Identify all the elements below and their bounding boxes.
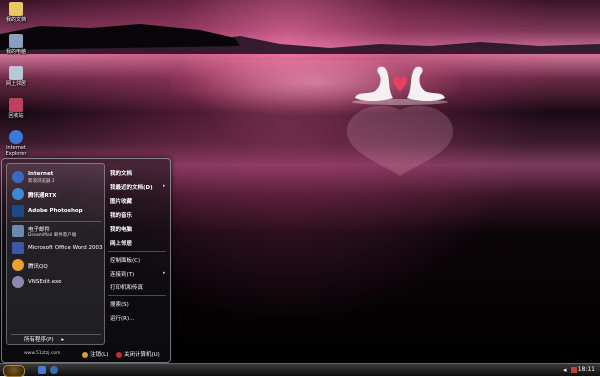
start-menu-programs: Internet 新浪浏览器 2 腾讯通RTX Adobe Photoshop … [6, 163, 105, 345]
arrow-right-icon: ▸ [61, 337, 65, 343]
swans-heart-image [346, 66, 454, 176]
volume-icon[interactable]: ◂ [563, 366, 567, 374]
place-run[interactable]: 运行(R)... [110, 314, 134, 322]
program-subtitle: 新浪浏览器 2 [28, 179, 55, 184]
program-word[interactable]: Microsoft Office Word 2003 [10, 241, 102, 256]
desktop-icon-my-documents[interactable]: 我的文档 [2, 2, 30, 23]
start-menu-places: 我的文档 我最近的文档(D) ▸ 图片收藏 我的音乐 我的电脑 网上邻居 控制面… [106, 163, 168, 343]
place-control-panel[interactable]: 控制面板(C) [110, 256, 140, 264]
distant-hills [0, 24, 600, 54]
my-computer-icon [9, 34, 23, 48]
desktop-icon-network[interactable]: 网上邻居 [2, 66, 30, 87]
place-my-computer[interactable]: 我的电脑 [110, 225, 132, 233]
recycle-bin-icon [9, 98, 23, 112]
program-internet[interactable]: Internet 新浪浏览器 2 [10, 170, 102, 185]
network-tray-icon[interactable] [571, 367, 577, 373]
shutdown-button[interactable]: 关闭计算机(U) [116, 350, 160, 358]
ie-quicklaunch-icon[interactable] [50, 366, 58, 374]
start-menu-footer: www.51ztzj.com 注销(L) 关闭计算机(U) [2, 346, 170, 362]
website-url: www.51ztzj.com [24, 351, 61, 356]
network-places-icon [9, 66, 23, 80]
shutdown-label: 关闭计算机(U) [124, 352, 160, 358]
desktop-icon-recycle-bin[interactable]: 回收站 [2, 98, 30, 119]
word-icon [12, 242, 24, 254]
desktop-icon-label: 回收站 [8, 113, 24, 119]
my-documents-icon [9, 2, 23, 16]
separator [108, 295, 166, 296]
all-programs-label: 所有程序(P) [24, 337, 54, 343]
program-title: Internet [28, 171, 54, 177]
place-my-pictures[interactable]: 图片收藏 [110, 197, 132, 205]
submenu-arrow-icon: ▸ [163, 270, 166, 276]
place-my-documents[interactable]: 我的文档 [110, 169, 132, 177]
program-subtitle: DreamMail 邮件客户端 [28, 233, 77, 238]
program-title: 腾讯QQ [28, 264, 48, 270]
program-vnsedit[interactable]: VNSEdit.exe [10, 275, 102, 290]
program-title: 腾讯通RTX [28, 193, 57, 199]
separator [108, 251, 166, 252]
start-button[interactable] [3, 365, 25, 377]
program-rtx[interactable]: 腾讯通RTX [10, 187, 102, 202]
system-tray: ◂ 18:11 [533, 365, 599, 375]
vnsedit-icon [12, 276, 24, 288]
desktop-icon-ie[interactable]: Internet Explorer [0, 130, 32, 157]
submenu-arrow-icon: ▸ [163, 183, 166, 189]
program-qq[interactable]: 腾讯QQ [10, 258, 102, 273]
taskbar: ◂ 18:11 [0, 363, 600, 377]
place-connect-to[interactable]: 连接到(T) [110, 270, 134, 278]
browser-icon [12, 171, 24, 183]
logoff-icon [82, 351, 88, 358]
place-recent-documents[interactable]: 我最近的文档(D) [110, 183, 153, 191]
logoff-button[interactable]: 注销(L) [82, 350, 108, 358]
program-title: Adobe Photoshop [28, 208, 83, 214]
email-icon [12, 225, 24, 237]
desktop-icon-label: 我的文档 [5, 17, 26, 23]
desktop-icon-label: 我的电脑 [5, 49, 26, 55]
place-network[interactable]: 网上邻居 [110, 239, 132, 247]
desktop-icon-my-computer[interactable]: 我的电脑 [2, 34, 30, 55]
internet-explorer-icon [9, 130, 23, 144]
program-title: Microsoft Office Word 2003 [28, 245, 103, 251]
separator [11, 221, 101, 222]
taskbar-clock[interactable]: 18:11 [578, 366, 595, 373]
desktop-icon-label: Internet Explorer [5, 145, 27, 157]
photoshop-icon [12, 205, 24, 217]
place-search[interactable]: 搜索(S) [110, 300, 129, 308]
all-programs-button[interactable]: 所有程序(P) ▸ [24, 335, 64, 343]
logoff-label: 注销(L) [90, 352, 109, 358]
show-desktop-icon[interactable] [38, 366, 46, 374]
place-my-music[interactable]: 我的音乐 [110, 211, 132, 219]
power-icon [116, 351, 122, 358]
program-title: VNSEdit.exe [28, 279, 62, 285]
place-printers[interactable]: 打印机和传真 [110, 283, 143, 291]
rtx-icon [12, 188, 24, 200]
program-email[interactable]: 电子邮件 DreamMail 邮件客户端 [10, 224, 102, 239]
qq-icon [12, 259, 24, 271]
start-menu: Internet 新浪浏览器 2 腾讯通RTX Adobe Photoshop … [1, 158, 171, 363]
program-photoshop[interactable]: Adobe Photoshop [10, 204, 102, 219]
desktop-icon-label: 网上邻居 [5, 81, 26, 87]
